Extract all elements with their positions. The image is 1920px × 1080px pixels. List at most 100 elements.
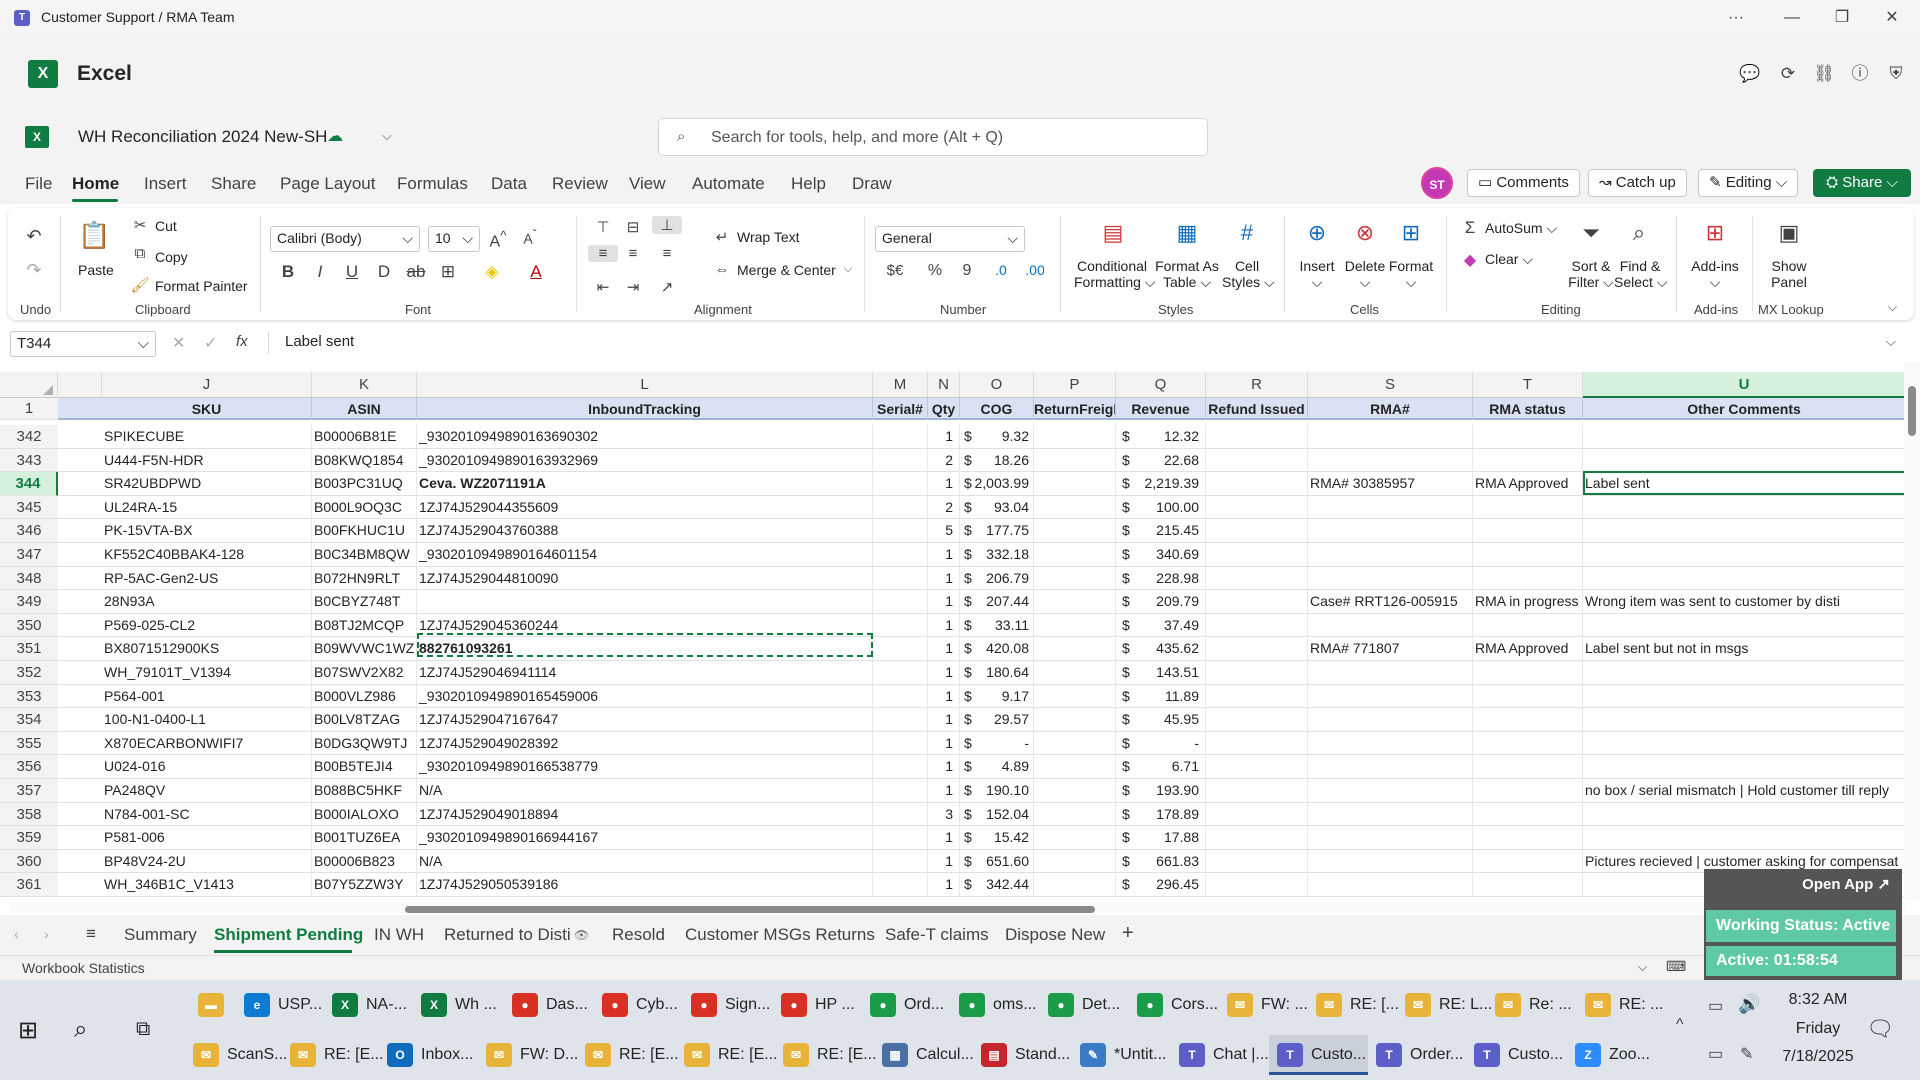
column-header[interactable]: T xyxy=(1473,372,1583,398)
header-cell[interactable]: COG xyxy=(960,398,1034,420)
qty-cell[interactable]: 1 xyxy=(928,849,960,873)
close-button[interactable]: ✕ xyxy=(1872,6,1912,30)
serial-cell[interactable] xyxy=(873,613,928,637)
tracking-cell[interactable]: _9302010949890165459006 xyxy=(417,684,873,708)
sku-cell[interactable]: P569-025-CL2 xyxy=(102,613,312,637)
enter-icon[interactable]: ✓ xyxy=(204,333,217,353)
taskbar-app[interactable]: ✉ FW: D... xyxy=(478,1035,578,1075)
rma-number-cell[interactable]: RMA# 30385957 xyxy=(1308,472,1473,496)
column-header[interactable]: Q xyxy=(1116,372,1206,398)
column-header[interactable]: U xyxy=(1583,372,1906,398)
header-cell[interactable]: InboundTracking xyxy=(417,398,873,420)
row-header[interactable]: 344 xyxy=(0,472,58,496)
sku-cell[interactable]: P581-006 xyxy=(102,826,312,850)
taskbar-app[interactable]: ● HP ... xyxy=(773,985,862,1025)
asin-cell[interactable]: B07Y5ZZW3Y xyxy=(312,873,417,897)
qty-cell[interactable]: 1 xyxy=(928,873,960,897)
refund-issued-cell[interactable] xyxy=(1206,543,1308,566)
refund-issued-cell[interactable] xyxy=(1206,684,1308,708)
revenue-cell[interactable]: $178.89 xyxy=(1116,802,1206,826)
taskbar-app[interactable]: ✉ RE: L... xyxy=(1397,985,1492,1025)
increase-indent-icon[interactable]: ⇥ xyxy=(622,278,644,296)
row-header[interactable]: 350 xyxy=(0,613,58,638)
taskbar-app[interactable]: ▤ Stand... xyxy=(973,1035,1072,1075)
qty-cell[interactable]: 1 xyxy=(928,779,960,802)
cog-cell[interactable]: $9.17 xyxy=(960,684,1034,708)
rma-status-cell[interactable] xyxy=(1473,779,1583,802)
font-color-icon[interactable]: A xyxy=(526,262,546,282)
return-freight-cell[interactable] xyxy=(1034,826,1116,850)
workbook-statistics[interactable]: Workbook Statistics xyxy=(22,960,145,976)
taskbar-app[interactable]: ● Ord... xyxy=(862,985,951,1025)
add-sheet-button[interactable]: + xyxy=(1122,922,1134,945)
serial-cell[interactable] xyxy=(873,661,928,684)
paste-icon[interactable]: 📋 xyxy=(78,220,110,251)
comment-cell[interactable] xyxy=(1583,755,1906,779)
qty-cell[interactable]: 5 xyxy=(928,519,960,543)
sheet-tab-returned-to-disti[interactable]: Returned to Disti xyxy=(444,925,571,945)
notifications-icon[interactable]: 🗨 xyxy=(1866,1016,1894,1042)
row-header[interactable]: 356 xyxy=(0,755,58,779)
qty-cell[interactable]: 1 xyxy=(928,590,960,614)
serial-cell[interactable] xyxy=(873,873,928,897)
sku-cell[interactable]: WH_346B1C_V1413 xyxy=(102,873,312,897)
asin-cell[interactable]: B000L9OQ3C xyxy=(312,495,417,519)
all-sheets-icon[interactable]: ≡ xyxy=(86,924,96,944)
rma-number-cell[interactable] xyxy=(1308,495,1473,519)
align-top-icon[interactable]: ⊤ xyxy=(592,218,614,236)
sku-cell[interactable]: WH_79101T_V1394 xyxy=(102,661,312,684)
qty-cell[interactable]: 1 xyxy=(928,566,960,590)
undo-icon[interactable]: ↶ xyxy=(22,226,46,247)
rma-status-cell[interactable] xyxy=(1473,613,1583,637)
row-header[interactable]: 357 xyxy=(0,779,58,803)
align-center-icon[interactable]: ≡ xyxy=(622,245,644,262)
cog-cell[interactable]: $190.10 xyxy=(960,779,1034,802)
column-header[interactable]: N xyxy=(928,372,960,398)
return-freight-cell[interactable] xyxy=(1034,495,1116,519)
rma-number-cell[interactable] xyxy=(1308,519,1473,543)
rma-status-cell[interactable] xyxy=(1473,519,1583,543)
sku-cell[interactable]: 100-N1-0400-L1 xyxy=(102,708,312,732)
cancel-icon[interactable]: ✕ xyxy=(172,333,185,353)
tracking-cell[interactable]: _9302010949890166538779 xyxy=(417,755,873,779)
header-cell[interactable]: ASIN xyxy=(312,398,417,420)
cut-button[interactable]: Cut xyxy=(155,218,177,234)
return-freight-cell[interactable] xyxy=(1034,448,1116,472)
cog-cell[interactable]: $29.57 xyxy=(960,708,1034,732)
orientation-icon[interactable]: ↗ xyxy=(656,278,678,296)
serial-cell[interactable] xyxy=(873,755,928,779)
chevron-down-icon[interactable]: ⌵ xyxy=(382,128,392,144)
tab-share[interactable]: Share xyxy=(211,174,256,194)
refund-issued-cell[interactable] xyxy=(1206,873,1308,897)
taskbar-app[interactable]: ✉ FW: ... xyxy=(1219,985,1308,1025)
tab-file[interactable]: File xyxy=(25,174,52,194)
merge-center-button[interactable]: Merge & Center xyxy=(737,262,836,278)
refund-issued-cell[interactable] xyxy=(1206,708,1308,732)
serial-cell[interactable] xyxy=(873,543,928,566)
serial-cell[interactable] xyxy=(873,519,928,543)
row-header[interactable]: 354 xyxy=(0,708,58,732)
strikethrough-icon[interactable]: ab xyxy=(406,262,426,282)
double-underline-icon[interactable]: D xyxy=(374,262,394,282)
copy-button[interactable]: Copy xyxy=(155,249,188,265)
file-name[interactable]: WH Reconciliation 2024 New-SH xyxy=(78,127,327,147)
number-format-select[interactable]: General ⌵ xyxy=(875,226,1025,252)
refund-issued-cell[interactable] xyxy=(1206,425,1308,448)
header-cell[interactable]: SKU xyxy=(102,398,312,420)
revenue-cell[interactable]: $6.71 xyxy=(1116,755,1206,779)
currency-format-icon[interactable]: $€ xyxy=(880,262,910,279)
rma-status-cell[interactable] xyxy=(1473,826,1583,850)
rma-number-cell[interactable] xyxy=(1308,613,1473,637)
column-header[interactable]: S xyxy=(1308,372,1473,398)
clear-button[interactable]: Clear ⌵ xyxy=(1485,251,1533,268)
sheet-tab-safe-t-claims[interactable]: Safe-T claims xyxy=(885,925,989,945)
taskbar-app[interactable]: ✉ RE: ... xyxy=(1577,985,1667,1025)
rma-status-cell[interactable] xyxy=(1473,495,1583,519)
shield-icon[interactable]: ⛨ xyxy=(1884,62,1908,86)
sku-cell[interactable]: U444-F5N-HDR xyxy=(102,448,312,472)
sheet-tab-shipment-pending[interactable]: Shipment Pending xyxy=(214,925,363,945)
taskbar-app[interactable]: e USP... xyxy=(236,985,324,1025)
comment-cell[interactable] xyxy=(1583,684,1906,708)
header-cell[interactable]: RMA# xyxy=(1308,398,1473,420)
format-as-table-button[interactable]: Format As Table ⌵ xyxy=(1152,258,1222,291)
